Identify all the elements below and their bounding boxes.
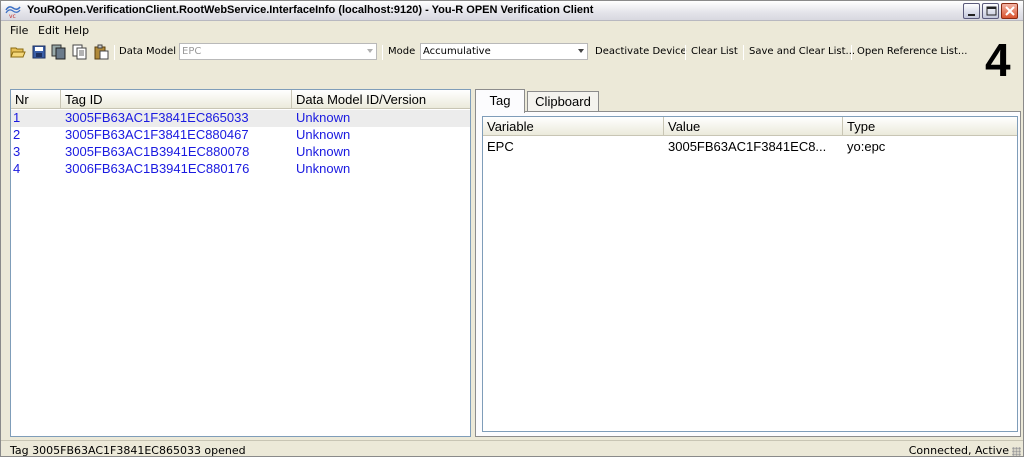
mode-value: Accumulative [423, 46, 491, 57]
cell-type[interactable]: yo:epc [847, 139, 885, 154]
row-nr: 4 [13, 161, 21, 176]
tag-list-header: Nr Tag ID Data Model ID/Version [11, 90, 470, 109]
save-and-clear-list-button[interactable]: Save and Clear List... [749, 46, 855, 57]
column-header-value[interactable]: Value [664, 117, 843, 136]
menu-bar: File Edit Help [1, 22, 961, 40]
column-header-tag-id[interactable]: Tag ID [61, 90, 292, 109]
menu-help[interactable]: Help [64, 24, 89, 37]
maximize-button[interactable] [982, 3, 999, 19]
menu-file[interactable]: File [10, 24, 28, 37]
cell-variable[interactable]: EPC [487, 139, 514, 154]
open-reference-list-button[interactable]: Open Reference List... [857, 46, 967, 57]
app-window: vc YouROpen.VerificationClient.RootWebSe… [0, 0, 1024, 457]
tab-tag[interactable]: Tag [475, 89, 525, 113]
column-header-data-model[interactable]: Data Model ID/Version [292, 90, 470, 109]
save-icon[interactable] [31, 44, 47, 60]
minimize-button[interactable] [963, 3, 980, 19]
row-data-model: Unknown [296, 161, 351, 176]
close-button[interactable] [1001, 3, 1018, 19]
tab-body: Variable Value Type EPC 3005FB63AC1F3841… [475, 111, 1021, 437]
row-data-model: Unknown [296, 144, 351, 159]
app-icon: vc [5, 6, 21, 18]
status-message: Tag 3005FB63AC1F3841EC865033 opened [10, 444, 246, 457]
data-model-label: Data Model [119, 46, 177, 57]
table-row[interactable]: 1 3005FB63AC1F3841EC865033 Unknown [11, 110, 470, 127]
minimize-icon [968, 14, 975, 16]
clear-list-button[interactable]: Clear List [691, 46, 738, 57]
column-header-type[interactable]: Type [843, 117, 1017, 136]
tag-count: 4 [985, 34, 1011, 86]
mode-select[interactable]: Accumulative [420, 43, 588, 60]
toolbar-separator [851, 45, 852, 60]
deactivate-device-button[interactable]: Deactivate Device [595, 46, 687, 57]
column-header-nr[interactable]: Nr [11, 90, 61, 109]
detail-pane: Tag Clipboard Variable Value Type EPC 30… [475, 89, 1023, 437]
svg-text:vc: vc [9, 13, 16, 18]
toolbar-separator [685, 45, 686, 60]
table-row[interactable]: 3 3005FB63AC1B3941EC880078 Unknown [11, 144, 470, 161]
paste-icon[interactable] [93, 44, 109, 60]
data-model-value: EPC [182, 46, 202, 57]
row-nr: 1 [13, 110, 21, 125]
data-model-select[interactable]: EPC [179, 43, 377, 60]
row-nr: 3 [13, 144, 21, 159]
tab-clipboard[interactable]: Clipboard [527, 91, 599, 111]
row-data-model: Unknown [296, 127, 351, 142]
toolbar: Data Model EPC Mode Accumulative Deactiv… [1, 41, 967, 63]
copy-icon[interactable] [72, 44, 88, 60]
row-tag-id: 3005FB63AC1B3941EC880078 [65, 144, 250, 159]
mode-label: Mode [388, 46, 416, 57]
chevron-down-icon [578, 49, 584, 53]
chevron-down-icon [367, 49, 373, 53]
open-folder-icon[interactable] [10, 44, 26, 60]
copy-multi-icon[interactable] [51, 44, 67, 60]
toolbar-separator [114, 45, 115, 60]
table-row[interactable]: 2 3005FB63AC1F3841EC880467 Unknown [11, 127, 470, 144]
menu-edit[interactable]: Edit [38, 24, 59, 37]
variable-grid[interactable]: Variable Value Type EPC 3005FB63AC1F3841… [482, 116, 1018, 432]
toolbar-separator [382, 45, 383, 60]
row-data-model: Unknown [296, 110, 351, 125]
status-bar: Tag 3005FB63AC1F3841EC865033 opened Conn… [1, 440, 1023, 457]
maximize-icon [986, 6, 997, 16]
row-tag-id: 3005FB63AC1F3841EC880467 [65, 127, 249, 142]
tag-list[interactable]: Nr Tag ID Data Model ID/Version 1 3005FB… [10, 89, 471, 437]
row-nr: 2 [13, 127, 21, 142]
column-header-variable[interactable]: Variable [483, 117, 664, 136]
row-tag-id: 3005FB63AC1F3841EC865033 [65, 110, 249, 125]
resize-grip-icon[interactable] [1012, 447, 1021, 456]
toolbar-separator [743, 45, 744, 60]
connection-status: Connected, Active [908, 444, 1009, 457]
close-icon [1005, 6, 1015, 16]
row-tag-id: 3006FB63AC1B3941EC880176 [65, 161, 250, 176]
title-bar[interactable]: vc YouROpen.VerificationClient.RootWebSe… [1, 1, 1023, 21]
table-row[interactable]: 4 3006FB63AC1B3941EC880176 Unknown [11, 161, 470, 178]
window-title: YouROpen.VerificationClient.RootWebServi… [27, 4, 594, 16]
cell-value[interactable]: 3005FB63AC1F3841EC8... [668, 139, 826, 154]
